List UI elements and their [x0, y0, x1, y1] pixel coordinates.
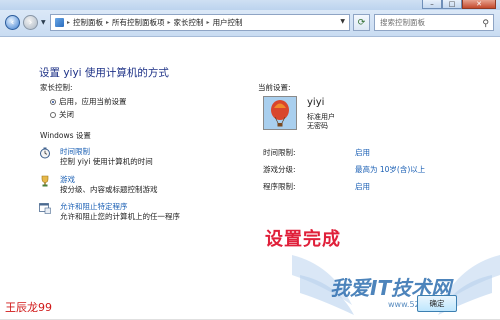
breadcrumb-item[interactable]: 所有控制面板项: [112, 17, 165, 28]
breadcrumb-item[interactable]: 家长控制: [174, 17, 204, 28]
recent-pages-chevron-icon[interactable]: ▼: [41, 19, 46, 26]
radio-off[interactable]: [50, 111, 56, 118]
breadcrumb-item[interactable]: 控制面板: [73, 17, 103, 28]
user-name: yiyi: [307, 97, 325, 108]
page-title: 设置 yiyi 使用计算机的方式: [39, 67, 169, 79]
title-bar: – □ ✕: [0, 0, 500, 10]
info-key: 程序限制:: [263, 182, 296, 191]
control-panel-icon: [55, 18, 64, 27]
author-credit: 王辰龙99: [5, 301, 52, 314]
time-limits-desc: 控制 yiyi 使用计算机的时间: [60, 157, 153, 166]
info-key: 游戏分级:: [263, 165, 296, 174]
clock-icon: [40, 147, 50, 159]
address-bar[interactable]: ▸ 控制面板 ▸ 所有控制面板项 ▸ 家长控制 ▸ 用户控制 ▼: [50, 14, 350, 31]
info-row-game-rating: 游戏分级: 最高为 10岁(含)以上: [263, 164, 463, 175]
main-content: 设置 yiyi 使用计算机的方式 家长控制: 启用，应用当前设置 关闭 Wind…: [0, 37, 500, 320]
ok-button[interactable]: 确定: [417, 295, 457, 312]
radio-enable-row[interactable]: 启用，应用当前设置: [50, 96, 127, 107]
games-trophy-icon: [41, 175, 49, 187]
user-avatar: [263, 96, 297, 130]
info-row-time-limits: 时间限制: 启用: [263, 147, 463, 158]
close-button[interactable]: ✕: [462, 0, 496, 9]
games-desc: 按分级、内容或标题控制游戏: [60, 185, 158, 194]
info-value-link[interactable]: 启用: [355, 181, 370, 192]
info-value-link[interactable]: 最高为 10岁(含)以上: [355, 164, 425, 175]
radio-enable-label: 启用，应用当前设置: [59, 97, 127, 106]
current-settings-label: 当前设置:: [258, 83, 291, 92]
windows-settings-title: Windows 设置: [40, 131, 91, 140]
minimize-button[interactable]: –: [422, 0, 442, 9]
hot-air-balloon-icon: [264, 97, 296, 129]
caption-buttons: – □ ✕: [422, 0, 496, 10]
program-window-icon: [39, 203, 51, 214]
address-dropdown-icon[interactable]: ▼: [340, 18, 345, 25]
info-value-link[interactable]: 启用: [355, 147, 370, 158]
radio-off-label: 关闭: [59, 110, 74, 119]
maximize-button[interactable]: □: [442, 0, 462, 9]
info-row-program-limits: 程序限制: 启用: [263, 181, 463, 192]
search-input[interactable]: 搜索控制面板 ⚲: [374, 14, 494, 31]
address-toolbar: ‹ › ▼ ▸ 控制面板 ▸ 所有控制面板项 ▸ 家长控制 ▸ 用户控制 ▼ ⟳…: [0, 10, 500, 37]
forward-arrow-icon[interactable]: ›: [23, 15, 38, 30]
user-password-status: 无密码: [307, 122, 328, 130]
parental-controls-label: 家长控制:: [40, 83, 73, 92]
search-icon[interactable]: ⚲: [482, 17, 489, 32]
search-placeholder: 搜索控制面板: [380, 18, 425, 27]
info-key: 时间限制:: [263, 148, 296, 157]
radio-enable[interactable]: [50, 98, 56, 105]
back-arrow-icon[interactable]: ‹: [5, 15, 20, 30]
allow-block-programs-desc: 允许和阻止您的计算机上的任一程序: [60, 212, 180, 221]
radio-off-row[interactable]: 关闭: [50, 109, 74, 120]
control-panel-window: – □ ✕ ‹ › ▼ ▸ 控制面板 ▸ 所有控制面板项 ▸ 家长控制 ▸ 用户…: [0, 0, 500, 320]
refresh-icon[interactable]: ⟳: [353, 14, 370, 31]
breadcrumb-item[interactable]: 用户控制: [213, 17, 243, 28]
